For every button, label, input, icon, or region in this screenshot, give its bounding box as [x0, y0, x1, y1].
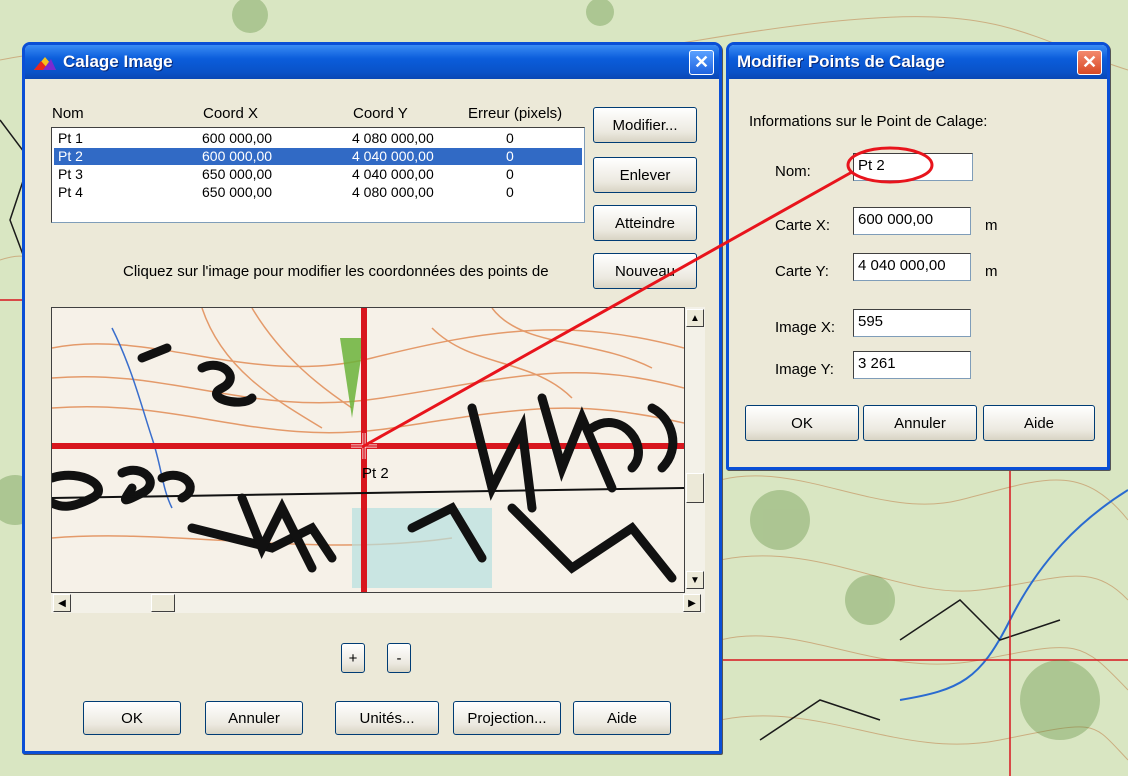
cell-y: 4 080 000,00 [352, 184, 434, 200]
cell-y: 4 080 000,00 [352, 130, 434, 146]
zoom-out-label: - [396, 649, 402, 667]
zoom-in-button[interactable]: + [341, 643, 365, 673]
modifier-points-window: Modifier Points de Calage ✕ Informations… [726, 42, 1110, 470]
ok-button-label: OK [121, 709, 143, 727]
scroll-h-thumb[interactable] [151, 594, 175, 612]
annuler-button[interactable]: Annuler [205, 701, 303, 735]
modifier-titlebar[interactable]: Modifier Points de Calage ✕ [729, 45, 1107, 79]
atteindre-button-label: Atteindre [614, 214, 676, 232]
enlever-button[interactable]: Enlever [593, 157, 697, 193]
cell-x: 650 000,00 [202, 184, 273, 200]
cell-x: 600 000,00 [202, 148, 273, 164]
close-icon[interactable]: ✕ [1077, 50, 1102, 75]
image-viewer[interactable]: Pt 2 [51, 307, 685, 593]
group-label: Informations sur le Point de Calage: [749, 113, 988, 130]
instruction-text: Cliquez sur l'image pour modifier les co… [123, 263, 549, 280]
modifier-aide-label: Aide [1023, 414, 1055, 432]
nouveau-button-label: Nouveau [614, 262, 676, 280]
table-row[interactable]: Pt 4 650 000,00 4 080 000,00 0 [54, 184, 582, 201]
annuler-button-label: Annuler [228, 709, 280, 727]
nouveau-button[interactable]: Nouveau [593, 253, 697, 289]
cell-nom: Pt 3 [58, 166, 83, 182]
scanned-map-image[interactable]: Pt 2 [52, 308, 684, 592]
carte-y-field[interactable]: 4 040 000,00 [853, 253, 971, 281]
modifier-aide-button[interactable]: Aide [983, 405, 1095, 441]
column-header-erreur: Erreur (pixels) [468, 105, 563, 122]
cell-y: 4 040 000,00 [352, 148, 434, 164]
cell-err: 0 [506, 166, 514, 182]
calage-title: Calage Image [63, 52, 173, 71]
calage-image-window: Calage Image ✕ Nom Coord X Coord Y Erreu… [22, 42, 722, 754]
scroll-right-icon[interactable]: ▶ [683, 594, 701, 612]
column-header-coord-x: Coord X [203, 105, 259, 122]
calage-points-list[interactable]: Pt 1 600 000,00 4 080 000,00 0 Pt 2 600 … [51, 127, 585, 223]
zoom-in-label: + [348, 649, 358, 667]
image-y-field[interactable]: 3 261 [853, 351, 971, 379]
horizontal-scrollbar[interactable]: ◀ ▶ [51, 593, 705, 613]
cell-nom: Pt 4 [58, 184, 83, 200]
zoom-out-button[interactable]: - [387, 643, 411, 673]
scroll-left-icon[interactable]: ◀ [53, 594, 71, 612]
cell-nom: Pt 1 [58, 130, 83, 146]
column-header-nom: Nom [52, 105, 84, 122]
cell-err: 0 [506, 130, 514, 146]
marker-label: Pt 2 [362, 465, 389, 482]
close-icon[interactable]: ✕ [689, 50, 714, 75]
atteindre-button[interactable]: Atteindre [593, 205, 697, 241]
ok-button[interactable]: OK [83, 701, 181, 735]
unites-button-label: Unités... [359, 709, 415, 727]
app-icon [33, 53, 57, 71]
carte-y-unit: m [985, 263, 998, 280]
cell-err: 0 [506, 184, 514, 200]
modifier-annuler-label: Annuler [894, 414, 946, 432]
aide-button-label: Aide [606, 709, 638, 727]
table-row[interactable]: Pt 3 650 000,00 4 040 000,00 0 [54, 166, 582, 183]
table-row-selected[interactable]: Pt 2 600 000,00 4 040 000,00 0 [54, 148, 582, 165]
table-row[interactable]: Pt 1 600 000,00 4 080 000,00 0 [54, 130, 582, 147]
image-x-label: Image X: [775, 319, 836, 336]
unites-button[interactable]: Unités... [335, 701, 439, 735]
modifier-ok-button[interactable]: OK [745, 405, 859, 441]
carte-x-label: Carte X: [775, 217, 831, 234]
cell-err: 0 [506, 148, 514, 164]
scroll-up-icon[interactable]: ▲ [686, 309, 704, 327]
column-header-coord-y: Coord Y [353, 105, 408, 122]
carte-y-label: Carte Y: [775, 263, 829, 280]
cell-y: 4 040 000,00 [352, 166, 434, 182]
cell-nom: Pt 2 [58, 148, 83, 164]
modifier-title: Modifier Points de Calage [737, 52, 945, 71]
vertical-scrollbar[interactable]: ▲ ▼ [685, 307, 705, 593]
image-y-label: Image Y: [775, 361, 834, 378]
modifier-ok-label: OK [791, 414, 813, 432]
projection-button[interactable]: Projection... [453, 701, 561, 735]
carte-x-unit: m [985, 217, 998, 234]
image-x-field[interactable]: 595 [853, 309, 971, 337]
modifier-annuler-button[interactable]: Annuler [863, 405, 977, 441]
nom-field[interactable]: Pt 2 [853, 153, 973, 181]
modifier-button-label: Modifier... [612, 116, 678, 134]
calage-titlebar[interactable]: Calage Image ✕ [25, 45, 719, 79]
scroll-thumb[interactable] [686, 473, 704, 503]
nom-label: Nom: [775, 163, 811, 180]
enlever-button-label: Enlever [619, 166, 671, 184]
cell-x: 600 000,00 [202, 130, 273, 146]
cell-x: 650 000,00 [202, 166, 273, 182]
aide-button[interactable]: Aide [573, 701, 671, 735]
modifier-button[interactable]: Modifier... [593, 107, 697, 143]
scroll-down-icon[interactable]: ▼ [686, 571, 704, 589]
carte-x-field[interactable]: 600 000,00 [853, 207, 971, 235]
projection-button-label: Projection... [467, 709, 547, 727]
